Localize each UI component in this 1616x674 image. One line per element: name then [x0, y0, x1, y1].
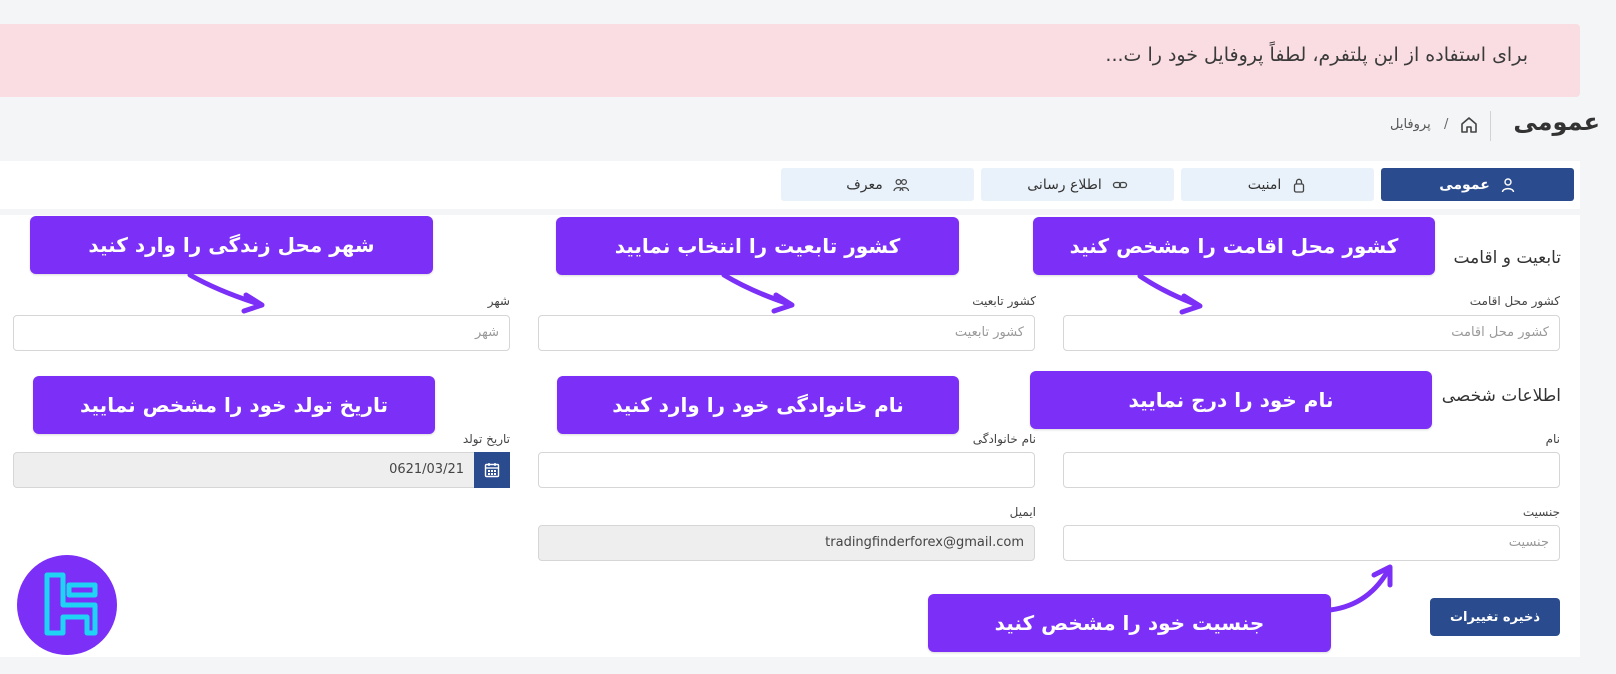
link-icon [1112, 181, 1127, 188]
callout-city: شهر محل زندگی را وارد کنید [30, 216, 433, 274]
callout-last-name: نام خانوادگی خود را وارد کنید [557, 376, 959, 434]
country-citizenship-select[interactable]: کشور تابعیت [538, 315, 1035, 351]
email-input: tradingfinderforex@gmail.com [538, 525, 1035, 561]
tab-label: امنیت [1247, 176, 1282, 193]
last-name-label: نام خانوادگی [972, 432, 1036, 446]
tab-label: عمومی [1439, 176, 1490, 193]
page-title: عمومی [1513, 108, 1600, 136]
tab-label: معرف [846, 176, 883, 193]
title-divider [1490, 111, 1491, 141]
profile-alert: برای استفاده از این پلتفرم، لطفاً پروفای… [0, 24, 1580, 97]
breadcrumb-separator: / [1444, 117, 1449, 132]
country-citizenship-label: کشور تابعیت [972, 294, 1036, 308]
gender-label: جنسیت [1522, 505, 1560, 519]
first-name-input[interactable] [1063, 452, 1560, 488]
logo-mark-icon [44, 572, 98, 636]
tab-referral[interactable]: معرف [781, 168, 974, 201]
tab-label: اطلاع رسانی [1027, 176, 1102, 193]
calendar-button[interactable] [474, 452, 510, 488]
callout-first-name: نام خود را درج نمایید [1030, 371, 1432, 429]
gender-select[interactable]: جنسیت [1063, 525, 1560, 561]
birth-date-label: تاریخ تولد [462, 432, 510, 446]
lock-icon [1294, 178, 1305, 193]
email-label: ایمیل [1009, 505, 1036, 519]
alert-text: برای استفاده از این پلتفرم، لطفاً پروفای… [1105, 44, 1528, 66]
breadcrumb-profile[interactable]: پروفایل [1390, 117, 1431, 132]
city-label: شهر [487, 294, 510, 308]
callout-gender: جنسیت خود را مشخص کنید [928, 594, 1331, 652]
tab-notifications[interactable]: اطلاع رسانی [981, 168, 1174, 201]
callout-citizenship: کشور تابعیت را انتخاب نمایید [556, 217, 959, 275]
home-icon[interactable] [1460, 116, 1478, 134]
first-name-label: نام [1545, 432, 1560, 446]
callout-residence: کشور محل اقامت را مشخص کنید [1033, 217, 1435, 275]
section-title-personal: اطلاعات شخصی [1441, 386, 1561, 406]
tab-general[interactable]: عمومی [1381, 168, 1574, 201]
calendar-icon [484, 463, 500, 478]
save-changes-button[interactable]: ذخیره تغییرات [1430, 598, 1560, 636]
user-icon [1501, 177, 1514, 192]
profile-form-card [0, 215, 1580, 657]
country-residence-label: کشور محل اقامت [1469, 294, 1560, 308]
city-input[interactable]: شهر [13, 315, 510, 351]
tab-security[interactable]: امنیت [1181, 168, 1374, 201]
users-icon [893, 178, 909, 191]
country-residence-select[interactable]: کشور محل اقامت [1063, 315, 1560, 351]
brand-logo [17, 555, 117, 655]
callout-birth-date: تاریخ تولد خود را مشخص نمایید [33, 376, 435, 434]
tabs-bar: عمومی امنیت اطلاع رسانی معرف [0, 161, 1580, 209]
last-name-input[interactable] [538, 452, 1035, 488]
birth-date-input[interactable]: 0621/03/21 [13, 452, 475, 488]
section-title-residence: تابعیت و اقامت [1453, 248, 1561, 268]
